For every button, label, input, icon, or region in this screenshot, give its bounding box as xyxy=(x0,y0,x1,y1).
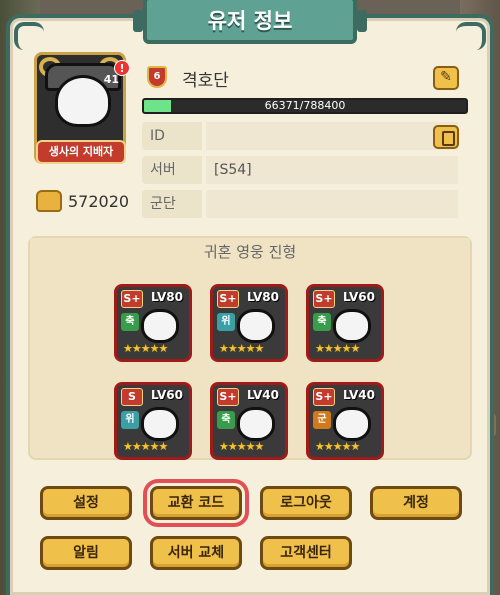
hero-grade-badge: S+ xyxy=(313,290,335,308)
hero-portrait xyxy=(237,407,275,441)
hero-portrait xyxy=(333,407,371,441)
hero-card[interactable]: S+ LV40 군 ★★★★★ xyxy=(306,382,384,460)
hero-level: LV80 xyxy=(247,290,279,304)
hero-grade-badge: S+ xyxy=(217,388,239,406)
hero-formation-panel: 귀혼 영웅 진형 S+ LV80 축 ★★★★★ S+ LV80 위 ★★★★★ S+ LV60 축… xyxy=(28,236,472,460)
combat-power-value: 572020 xyxy=(68,191,130,211)
exp-text: 66371/788400 xyxy=(264,99,346,112)
logout-button[interactable]: 로그아웃 xyxy=(260,486,352,520)
hero-card[interactable]: S LV60 위 ★★★★★ xyxy=(114,382,192,460)
panel-corner-left xyxy=(14,22,44,50)
hero-portrait xyxy=(141,407,179,441)
hero-stars: ★★★★★ xyxy=(219,440,264,453)
hero-level: LV60 xyxy=(151,388,183,402)
fist-icon xyxy=(36,190,62,212)
hero-grade-badge: S+ xyxy=(217,290,239,308)
hero-element-badge: 축 xyxy=(121,313,139,331)
hero-element-badge: 위 xyxy=(121,411,139,429)
hero-portrait xyxy=(237,309,275,343)
combat-power: 572020 xyxy=(36,190,129,212)
server-row: 서버 [S54] xyxy=(142,156,458,184)
avatar-alert-icon: ! xyxy=(114,60,130,76)
hero-portrait xyxy=(141,309,179,343)
hero-stars: ★★★★★ xyxy=(219,342,264,355)
hero-grade-badge: S+ xyxy=(313,388,335,406)
hero-grade-badge: S+ xyxy=(121,290,143,308)
exp-bar: 66371/788400 xyxy=(142,98,468,114)
id-value xyxy=(206,122,458,150)
guild-value xyxy=(206,190,458,218)
avatar-level: 41 xyxy=(103,73,119,86)
hero-element-badge: 축 xyxy=(217,411,235,429)
hero-stars: ★★★★★ xyxy=(315,440,360,453)
rank-icon: 6 xyxy=(147,66,167,88)
notice-button[interactable]: 알림 xyxy=(40,536,132,570)
hero-card[interactable]: S+ LV80 축 ★★★★★ xyxy=(114,284,192,362)
hero-portrait xyxy=(333,309,371,343)
username: 격호단 xyxy=(182,71,229,91)
copy-id-button[interactable] xyxy=(433,125,459,149)
edit-name-button[interactable]: ✎ xyxy=(433,66,459,90)
panel-corner-right xyxy=(456,22,486,50)
account-button[interactable]: 계정 xyxy=(370,486,462,520)
hero-element-badge: 축 xyxy=(313,313,331,331)
support-button[interactable]: 고객센터 xyxy=(260,536,352,570)
hero-stars: ★★★★★ xyxy=(315,342,360,355)
change-server-button[interactable]: 서버 교체 xyxy=(150,536,242,570)
nameplate: 생사의 지배자 xyxy=(36,140,126,164)
hero-formation-title: 귀혼 영웅 진형 xyxy=(30,238,470,266)
hero-card[interactable]: S+ LV60 축 ★★★★★ xyxy=(306,284,384,362)
hero-level: LV40 xyxy=(247,388,279,402)
hero-level: LV80 xyxy=(151,290,183,304)
panel-title: 유저 정보 xyxy=(133,0,367,44)
hero-element-badge: 위 xyxy=(217,313,235,331)
avatar-face xyxy=(55,75,111,127)
guild-label: 군단 xyxy=(142,190,202,218)
redeem-code-button[interactable]: 교환 코드 xyxy=(143,479,249,527)
hero-card[interactable]: S+ LV80 위 ★★★★★ xyxy=(210,284,288,362)
hero-element-badge: 군 xyxy=(313,411,331,429)
guild-row: 군단 xyxy=(142,190,458,218)
server-value: [S54] xyxy=(206,156,458,184)
settings-button[interactable]: 설정 xyxy=(40,486,132,520)
hero-level: LV60 xyxy=(343,290,375,304)
pencil-icon: ✎ xyxy=(440,69,452,85)
server-label: 서버 xyxy=(142,156,202,184)
id-row: ID xyxy=(142,122,458,150)
hero-grade-badge: S xyxy=(121,388,143,406)
hero-stars: ★★★★★ xyxy=(123,342,168,355)
hero-stars: ★★★★★ xyxy=(123,440,168,453)
hero-card[interactable]: S+ LV40 축 ★★★★★ xyxy=(210,382,288,460)
hero-level: LV40 xyxy=(343,388,375,402)
id-label: ID xyxy=(142,122,202,150)
